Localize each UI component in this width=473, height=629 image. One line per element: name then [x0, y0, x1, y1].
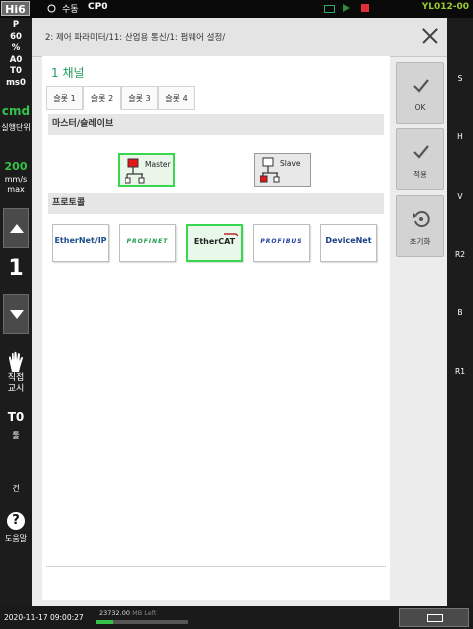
tab-slot-2[interactable]: 슬롯 2: [83, 86, 121, 110]
ethernet-ip-label: EtherNet/IP: [54, 236, 107, 245]
tool-value[interactable]: T0: [0, 410, 32, 424]
slave-label: Slave: [280, 159, 301, 168]
ok-button[interactable]: OK: [396, 62, 444, 124]
protocol-ethernet-ip[interactable]: EtherNet/IP: [52, 224, 109, 262]
master-slave-section: 마스터/슬레이브: [48, 114, 384, 135]
slave-option[interactable]: Slave: [254, 153, 311, 187]
right-axis-panel: S H V R2 B R1: [447, 18, 473, 606]
protocol-devicenet[interactable]: DeviceNet: [320, 224, 377, 262]
protocol-profinet[interactable]: PROFINET: [119, 224, 176, 262]
check-icon: [413, 79, 429, 93]
firmware-settings-dialog: 2: 제어 파라미터/11: 산업용 통신/1: 펌웨어 설정/ 1 채널 슬롯…: [32, 18, 447, 606]
arrow-down-icon: [10, 310, 24, 319]
reset-label: 초기화: [409, 237, 431, 246]
status-lines: P 60 % A0 T0 ms0: [6, 20, 26, 88]
profibus-label: PROFIBUS: [260, 238, 303, 245]
apply-label: 적용: [413, 170, 427, 179]
gun-label[interactable]: 건: [0, 483, 32, 494]
hand-mode-icon: [47, 4, 56, 13]
slave-network-icon: [260, 157, 280, 183]
reset-button[interactable]: 초기화: [396, 195, 444, 257]
help-label[interactable]: 도움말: [0, 533, 32, 544]
keyboard-button[interactable]: [399, 608, 469, 627]
stop-icon: [361, 4, 369, 12]
memory-bar-fill: [96, 620, 113, 624]
battery-icon: [324, 5, 335, 13]
play-icon: [343, 4, 350, 12]
ethercat-logo-mark: [224, 233, 239, 237]
step-down-button[interactable]: [3, 294, 29, 334]
protocol-profibus[interactable]: PROFIBUS: [253, 224, 310, 262]
memory-unit: MB Left: [132, 609, 157, 617]
bottom-status-bar: 2020-11-17 09:00:27 23732.00 MB Left: [0, 606, 473, 629]
master-network-icon: [125, 158, 145, 184]
axis-label-r1: R1: [455, 367, 465, 376]
master-label: Master: [145, 160, 171, 169]
check-icon: [413, 145, 429, 159]
speed-unit: mm/s max: [4, 175, 28, 194]
memory-value: 23732.00: [99, 609, 131, 617]
devicenet-label: DeviceNet: [325, 236, 372, 245]
protocol-section: 프로토콜: [48, 193, 384, 214]
axis-label-b: B: [457, 308, 463, 317]
exec-unit-label[interactable]: 실행단위: [0, 122, 32, 133]
left-panel: P 60 % A0 T0 ms0 cmd 실행단위 200 mm/s max 1…: [0, 18, 32, 606]
status-bar: Hi6 수동 CP0 YL012-00: [0, 0, 473, 18]
breadcrumb: 2: 제어 파라미터/11: 산업용 통신/1: 펌웨어 설정/: [45, 33, 226, 43]
axis-label-h: H: [457, 132, 463, 141]
close-icon[interactable]: [421, 27, 439, 45]
tab-slot-1[interactable]: 슬롯 1: [46, 86, 83, 110]
axis-label-v: V: [457, 192, 463, 201]
tab-slot-3[interactable]: 슬롯 3: [121, 86, 158, 110]
tool-label: 툴: [12, 431, 20, 440]
content-divider: [46, 566, 386, 567]
ok-label: OK: [414, 103, 426, 112]
settings-content: 1 채널 슬롯 1 슬롯 2 슬롯 3 슬롯 4 마스터/슬레이브 Master: [42, 56, 390, 600]
axis-label-r2: R2: [455, 250, 465, 259]
help-icon[interactable]: ?: [7, 512, 25, 530]
job-name: YL012-00: [421, 2, 469, 12]
axis-label-s: S: [457, 74, 463, 83]
datetime: 2020-11-17 09:00:27: [4, 613, 84, 622]
protocol-ethercat[interactable]: EtherCAT: [186, 224, 243, 262]
dialog-header: 2: 제어 파라미터/11: 산업용 통신/1: 펌웨어 설정/: [32, 18, 447, 57]
cmd-label[interactable]: cmd: [0, 104, 32, 118]
profinet-label: PROFINET: [126, 238, 169, 245]
step-number: 1: [8, 256, 24, 281]
master-option[interactable]: Master: [118, 153, 175, 187]
program-indicator: CP0: [88, 2, 108, 12]
direct-teach-button[interactable]: 직접 교시: [0, 373, 32, 395]
memory-readout: 23732.00 MB Left: [99, 609, 156, 617]
mode-indicator: 수동: [62, 5, 79, 15]
keyboard-icon: [427, 614, 443, 622]
tab-slot-4[interactable]: 슬롯 4: [158, 86, 195, 110]
channel-title: 1 채널: [51, 66, 85, 80]
apply-button[interactable]: 적용: [396, 128, 444, 190]
memory-bar: [96, 620, 188, 624]
hand-icon[interactable]: [6, 351, 26, 373]
speed-value[interactable]: 200: [0, 160, 32, 173]
step-up-button[interactable]: [3, 208, 29, 248]
reset-icon: [413, 211, 430, 228]
hi6-logo: Hi6: [1, 1, 30, 16]
arrow-up-icon: [10, 224, 24, 233]
